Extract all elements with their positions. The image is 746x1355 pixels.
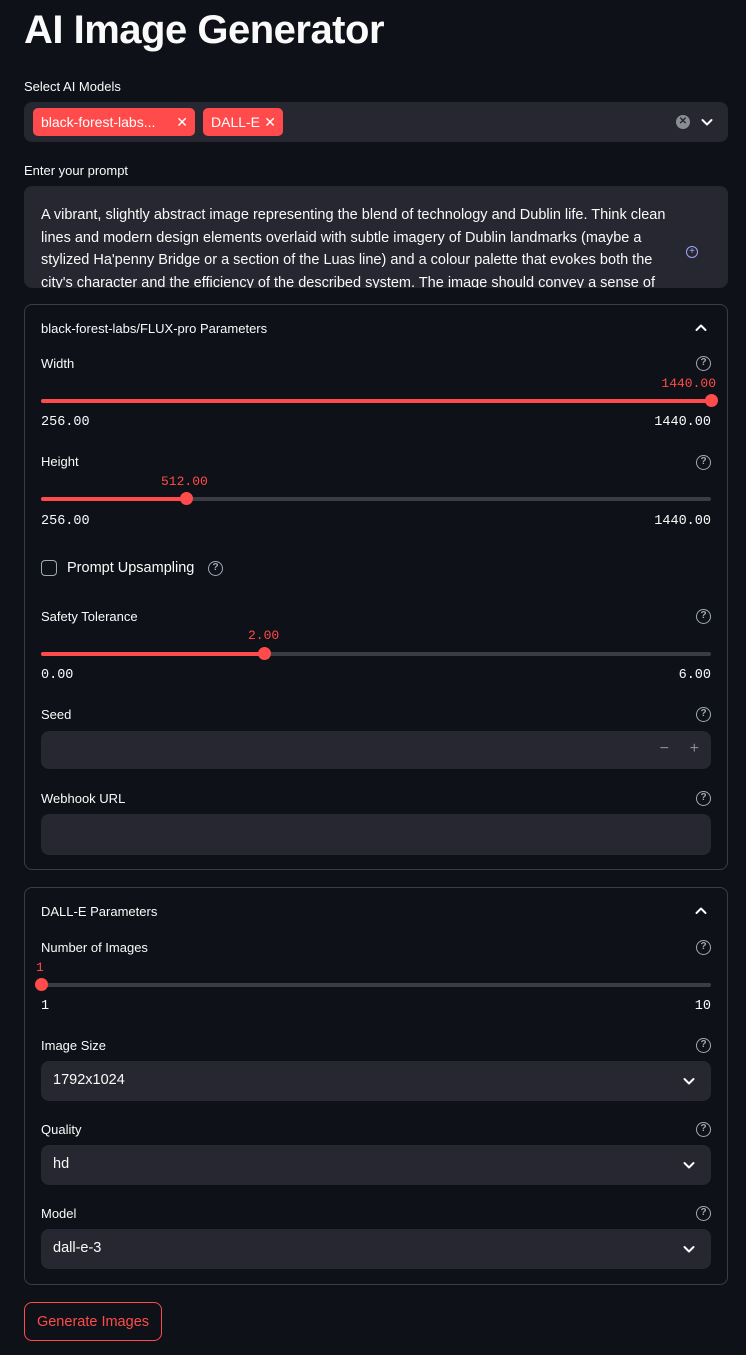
height-slider[interactable] [41,492,711,505]
remove-chip-icon[interactable]: ✕ [264,108,276,136]
models-multiselect[interactable]: black-forest-labs... ✕ DALL-E ✕ ✕ [24,102,728,142]
help-icon[interactable]: ? [696,791,711,806]
prompt-text: A vibrant, slightly abstract image repre… [41,207,666,288]
width-slider-thumb[interactable] [705,394,718,407]
app-page: AI Image Generator Select AI Models blac… [0,0,746,1355]
dalle-expander-title[interactable]: DALL-E Parameters [41,904,157,919]
model-chip-label: black-forest-labs... [41,114,156,130]
safety-tolerance-max: 6.00 [678,668,711,683]
seed-input[interactable]: − + [41,731,711,769]
help-icon[interactable]: ? [208,561,223,576]
chevron-up-icon[interactable] [693,320,709,336]
chevron-up-icon[interactable] [693,903,709,919]
dalle-parameters-expander: DALL-E Parameters Number of Images ? 1 1… [24,887,728,1285]
number-of-images-value: 1 [36,960,44,975]
models-label: Select AI Models [24,79,121,94]
number-of-images-label: Number of Images [41,940,148,955]
page-title: AI Image Generator [24,8,385,52]
width-label: Width [41,356,75,371]
chevron-down-icon [683,1162,695,1169]
prompt-upsampling-checkbox[interactable] [41,560,57,576]
number-of-images-max: 10 [694,999,711,1014]
height-value: 512.00 [161,474,208,489]
safety-tolerance-value: 2.00 [248,628,280,643]
help-icon[interactable]: ? [696,1122,711,1137]
flux-parameters-expander: black-forest-labs/FLUX-pro Parameters Wi… [24,304,728,870]
height-min: 256.00 [41,514,90,529]
decrement-button[interactable]: − [660,740,669,758]
chevron-down-icon [683,1078,695,1085]
quality-value: hd [53,1156,70,1172]
prompt-label: Enter your prompt [24,163,129,178]
number-of-images-thumb[interactable] [35,978,48,991]
model-chip[interactable]: black-forest-labs... ✕ [33,108,195,136]
prompt-upsampling-label: Prompt Upsampling [67,560,195,576]
chevron-down-icon[interactable] [699,114,715,130]
help-icon[interactable]: ? [696,940,711,955]
flux-expander-title[interactable]: black-forest-labs/FLUX-pro Parameters [41,321,267,336]
model-chip-label: DALL-E [211,114,261,130]
height-label: Height [41,454,79,469]
webhook-url-input[interactable] [41,814,711,855]
help-icon[interactable]: ? [696,707,711,722]
safety-tolerance-slider[interactable] [41,647,711,660]
width-value: 1440.00 [661,376,716,391]
generate-images-button[interactable]: Generate Images [24,1302,162,1341]
seed-label: Seed [41,707,72,722]
height-max: 1440.00 [654,514,711,529]
number-of-images-min: 1 [41,999,50,1014]
help-icon[interactable]: ? [696,609,711,624]
safety-tolerance-label: Safety Tolerance [41,609,138,624]
model-chip[interactable]: DALL-E ✕ [203,108,283,136]
increment-button[interactable]: + [690,740,699,758]
prompt-textarea[interactable]: A vibrant, slightly abstract image repre… [24,186,728,288]
help-icon[interactable]: ? [696,455,711,470]
number-of-images-slider[interactable] [35,978,711,991]
chevron-down-icon [683,1246,695,1253]
safety-tolerance-thumb[interactable] [258,647,272,660]
image-size-select[interactable]: 1792x1024 [41,1061,711,1101]
width-max: 1440.00 [654,415,711,430]
width-slider-fill [41,399,711,403]
width-min: 256.00 [41,415,90,430]
safety-tolerance-min: 0.00 [41,668,74,683]
height-slider-fill [41,497,186,501]
height-slider-thumb[interactable] [179,492,193,505]
safety-tolerance-fill [41,652,265,656]
add-circle-icon[interactable]: + [686,246,698,258]
model-select[interactable]: dall-e-3 [41,1229,711,1269]
webhook-url-label: Webhook URL [41,791,126,806]
remove-chip-icon[interactable]: ✕ [176,108,188,136]
help-icon[interactable]: ? [696,1038,711,1053]
quality-label: Quality [41,1122,82,1137]
model-value: dall-e-3 [53,1240,102,1256]
help-icon[interactable]: ? [696,356,711,371]
clear-icon[interactable]: ✕ [676,115,690,129]
model-label: Model [41,1206,77,1221]
image-size-value: 1792x1024 [53,1072,125,1088]
help-icon[interactable]: ? [696,1206,711,1221]
width-slider[interactable] [41,394,718,407]
quality-select[interactable]: hd [41,1145,711,1185]
image-size-label: Image Size [41,1038,107,1053]
